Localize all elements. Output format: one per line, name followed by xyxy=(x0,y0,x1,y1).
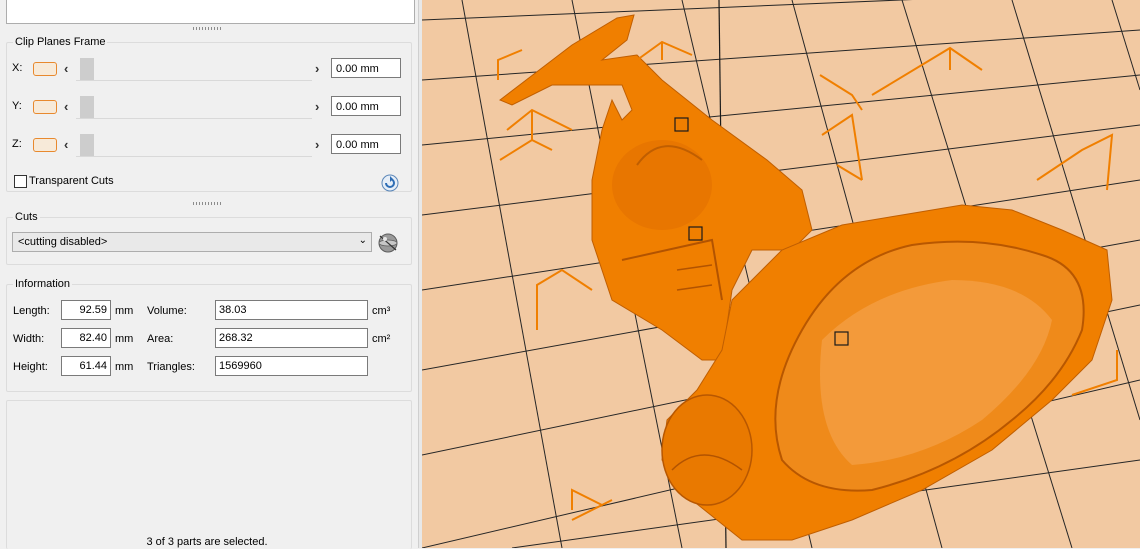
z-value-field[interactable]: 0.00 mm xyxy=(331,134,401,154)
width-label: Width: xyxy=(13,333,45,345)
3d-viewport[interactable] xyxy=(422,0,1140,548)
volume-unit: cm³ xyxy=(372,305,391,317)
area-unit: cm² xyxy=(372,333,391,345)
triangles-label: Triangles: xyxy=(147,361,195,373)
width-unit: mm xyxy=(115,333,134,345)
z-plane-toggle[interactable] xyxy=(33,138,57,152)
reset-clip-icon[interactable] xyxy=(381,174,399,192)
3d-scene xyxy=(422,0,1140,548)
length-label: Length: xyxy=(13,305,50,317)
height-label: Height: xyxy=(13,361,48,373)
y-axis-label: Y: xyxy=(12,100,22,112)
x-slider[interactable] xyxy=(76,58,312,81)
y-slider[interactable] xyxy=(76,96,312,119)
width-value: 82.40 xyxy=(61,328,111,348)
y-value-field[interactable]: 0.00 mm xyxy=(331,96,401,116)
x-decrement-arrow-icon[interactable]: ‹ xyxy=(64,61,68,76)
z-slider[interactable] xyxy=(76,134,312,157)
chevron-down-icon: ⌄ xyxy=(358,235,367,246)
splitter-grip-middle[interactable] xyxy=(193,202,223,205)
transparent-cuts-checkbox[interactable] xyxy=(14,175,27,188)
part-list-area[interactable] xyxy=(6,0,415,24)
transparent-cuts-label: Transparent Cuts xyxy=(29,175,114,187)
triangles-value: 1569960 xyxy=(215,356,368,376)
volume-label: Volume: xyxy=(147,305,187,317)
y-slider-thumb[interactable] xyxy=(80,96,94,118)
area-label: Area: xyxy=(147,333,174,345)
z-axis-label: Z: xyxy=(12,138,22,150)
cuts-dropdown[interactable]: <cutting disabled> ⌄ xyxy=(12,232,372,252)
splitter-grip-top[interactable] xyxy=(193,27,223,30)
z-increment-arrow-icon[interactable]: › xyxy=(315,137,319,152)
clip-z-row: Z: ‹ › 0.00 mm xyxy=(8,134,408,157)
y-increment-arrow-icon[interactable]: › xyxy=(315,99,319,114)
y-decrement-arrow-icon[interactable]: ‹ xyxy=(64,99,68,114)
status-area xyxy=(6,400,412,549)
clip-planes-title: Clip Planes Frame xyxy=(13,36,108,48)
x-plane-toggle[interactable] xyxy=(33,62,57,76)
information-title: Information xyxy=(13,278,73,290)
left-panel: Clip Planes Frame X: ‹ › 0.00 mm Y: ‹ › … xyxy=(0,0,418,549)
area-value: 268.32 xyxy=(215,328,368,348)
clip-y-row: Y: ‹ › 0.00 mm xyxy=(8,96,408,119)
volume-value: 38.03 xyxy=(215,300,368,320)
x-slider-thumb[interactable] xyxy=(80,58,94,80)
z-decrement-arrow-icon[interactable]: ‹ xyxy=(64,137,68,152)
length-unit: mm xyxy=(115,305,134,317)
z-slider-thumb[interactable] xyxy=(80,134,94,156)
cuts-dropdown-value: <cutting disabled> xyxy=(18,236,108,248)
cuts-title: Cuts xyxy=(13,211,40,223)
height-unit: mm xyxy=(115,361,134,373)
height-value: 61.44 xyxy=(61,356,111,376)
y-plane-toggle[interactable] xyxy=(33,100,57,114)
x-axis-label: X: xyxy=(12,62,23,74)
selection-status: 3 of 3 parts are selected. xyxy=(146,536,268,548)
clip-x-row: X: ‹ › 0.00 mm xyxy=(8,58,408,81)
x-value-field[interactable]: 0.00 mm xyxy=(331,58,401,78)
length-value: 92.59 xyxy=(61,300,111,320)
cut-tool-icon[interactable] xyxy=(376,232,400,254)
x-increment-arrow-icon[interactable]: › xyxy=(315,61,319,76)
